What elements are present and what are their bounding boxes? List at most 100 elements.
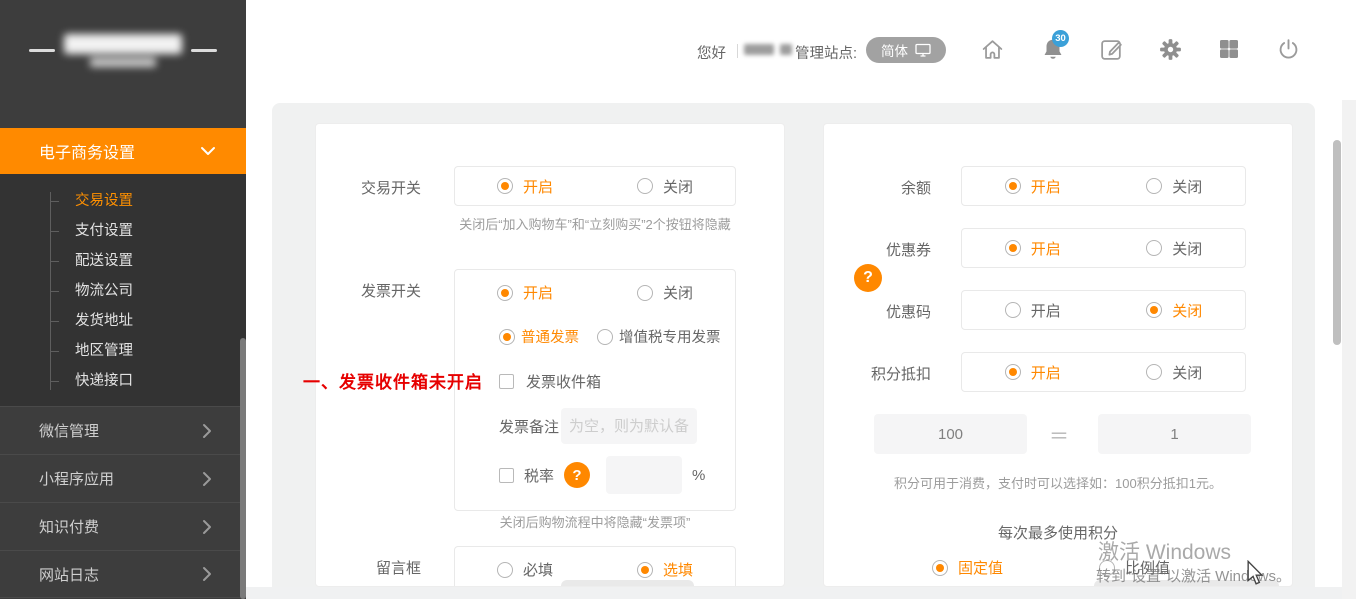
invoice-inbox-checkbox[interactable] — [499, 374, 514, 389]
invoice-on-option[interactable]: 开启 — [497, 282, 553, 303]
trade-on-option[interactable]: 开启 — [497, 176, 553, 197]
coupon-row: 优惠券 开启 关闭 — [824, 228, 1292, 268]
sidebar-group-ecommerce-settings[interactable]: 电子商务设置 — [0, 128, 246, 174]
invoice-normal-option[interactable]: 普通发票 — [499, 326, 579, 347]
trade-switch-label: 交易开关 — [316, 166, 421, 198]
home-icon — [980, 37, 1005, 62]
tax-rate-input[interactable] — [606, 456, 682, 494]
radio-normal-invoice[interactable] — [499, 329, 515, 345]
points-off-option[interactable]: 关闭 — [1146, 362, 1202, 383]
sidebar-item-delivery-settings[interactable]: 配送设置 — [0, 246, 246, 276]
radio-off[interactable] — [1146, 240, 1162, 256]
radio-fixed[interactable] — [932, 560, 948, 576]
points-deduction-label: 积分抵扣 — [824, 352, 931, 384]
coupon-on-option[interactable]: 开启 — [1005, 238, 1061, 259]
site-label: 管理站点: — [795, 42, 857, 63]
radio-on[interactable] — [1005, 302, 1021, 318]
apps-button[interactable] — [1217, 37, 1241, 66]
edit-button[interactable] — [1099, 37, 1124, 67]
balance-options: 开启 关闭 — [961, 166, 1246, 206]
points-options: 开启 关闭 — [961, 352, 1246, 392]
sidebar-group-site-log[interactable]: 网站日志 — [0, 550, 246, 598]
sidebar-item-region-management[interactable]: 地区管理 — [0, 336, 246, 366]
trade-switch-options: 开启 关闭 — [454, 166, 736, 206]
balance-off-option[interactable]: 关闭 — [1146, 176, 1202, 197]
radio-on[interactable] — [497, 178, 513, 194]
radio-on[interactable] — [497, 285, 513, 301]
sidebar-group-wechat[interactable]: 微信管理 — [0, 406, 246, 454]
logo — [0, 34, 246, 67]
points-deduction-row: 积分抵扣 开启 关闭 — [824, 352, 1292, 392]
sidebar-item-express-api[interactable]: 快递接口 — [0, 366, 246, 396]
trade-off-option[interactable]: 关闭 — [637, 176, 693, 197]
chevron-down-icon — [200, 146, 216, 156]
radio-vat-invoice[interactable] — [597, 329, 613, 345]
yuan-amount-input[interactable] — [1098, 414, 1251, 454]
language-button[interactable]: 简体 — [866, 37, 946, 63]
radio-on[interactable] — [1005, 178, 1021, 194]
help-icon[interactable]: ? — [854, 264, 882, 292]
annotation-text: 一、发票收件箱未开启 — [303, 368, 483, 393]
trade-settings-card: 交易开关 开启 关闭 关闭后“加入购物车”和“立刻购买”2个按钮将隐藏 发票开关… — [315, 123, 785, 587]
tax-help-icon[interactable]: ? — [564, 462, 590, 488]
tax-rate-label: 税率 — [524, 465, 554, 486]
balance-on-option[interactable]: 开启 — [1005, 176, 1061, 197]
promo-on-option[interactable]: 开启 — [1005, 300, 1061, 321]
invoice-vat-option[interactable]: 增值税专用发票 — [597, 326, 721, 347]
vertical-scrollbar-thumb[interactable] — [1333, 140, 1341, 345]
logout-button[interactable] — [1276, 37, 1301, 67]
sidebar-item-logistics-company[interactable]: 物流公司 — [0, 276, 246, 306]
radio-ratio[interactable] — [1099, 560, 1115, 576]
sidebar-scrollbar-thumb[interactable] — [240, 338, 246, 599]
radio-off[interactable] — [1146, 302, 1162, 318]
cutoff-input — [561, 580, 694, 586]
radio-on[interactable] — [1005, 240, 1021, 256]
trade-switch-note: 关闭后“加入购物车”和“立刻购买”2个按钮将隐藏 — [454, 215, 736, 235]
radio-optional[interactable] — [637, 562, 653, 578]
mouse-cursor-icon — [1245, 560, 1265, 591]
balance-row: 余额 开启 关闭 — [824, 166, 1292, 206]
message-optional-option[interactable]: 选填 — [637, 559, 693, 580]
home-button[interactable] — [980, 37, 1005, 67]
coupon-off-option[interactable]: 关闭 — [1146, 238, 1202, 259]
promo-off-option[interactable]: 关闭 — [1146, 300, 1202, 321]
fixed-value-option[interactable]: 固定值 — [932, 557, 1003, 578]
username-blurred — [744, 44, 792, 55]
greeting-text: 您好 — [697, 42, 726, 63]
radio-required[interactable] — [497, 562, 513, 578]
invoice-remark-input[interactable] — [561, 408, 697, 444]
sidebar-item-payment-settings[interactable]: 支付设置 — [0, 216, 246, 246]
sidebar-group-miniprogram[interactable]: 小程序应用 — [0, 454, 246, 502]
invoice-options-box: 开启 关闭 普通发票 增值税专用发票 发票收件箱 发票备注 税率 — [454, 269, 736, 511]
invoice-inbox-label: 发票收件箱 — [526, 371, 601, 392]
sidebar-submenu: 交易设置 支付设置 配送设置 物流公司 发货地址 地区管理 快递接口 — [0, 174, 246, 406]
vertical-scrollbar-track[interactable] — [1342, 100, 1356, 599]
radio-off[interactable] — [637, 285, 653, 301]
points-ratio-row: ＝ — [824, 414, 1292, 452]
equals-sign: ＝ — [1042, 420, 1076, 449]
promo-code-options: 开启 关闭 — [961, 290, 1246, 330]
logo-dash-right — [191, 49, 217, 52]
points-amount-input[interactable] — [874, 414, 1027, 454]
points-max-type-row: 固定值 比例值 — [932, 557, 1170, 578]
invoice-off-option[interactable]: 关闭 — [637, 282, 693, 303]
message-required-option[interactable]: 必填 — [497, 559, 553, 580]
radio-off[interactable] — [637, 178, 653, 194]
notification-badge: 30 — [1052, 30, 1069, 47]
sidebar-group-knowledge-pay[interactable]: 知识付费 — [0, 502, 246, 550]
coupon-label: 优惠券 — [824, 228, 931, 260]
points-on-option[interactable]: 开启 — [1005, 362, 1061, 383]
tax-unit-label: % — [692, 467, 705, 484]
power-icon — [1276, 37, 1301, 62]
radio-off[interactable] — [1146, 178, 1162, 194]
ratio-value-option[interactable]: 比例值 — [1099, 557, 1170, 578]
promo-code-label: 优惠码 — [824, 290, 931, 322]
sidebar-item-shipping-address[interactable]: 发货地址 — [0, 306, 246, 336]
settings-button[interactable] — [1158, 37, 1183, 67]
sidebar-item-trade-settings[interactable]: 交易设置 — [0, 186, 246, 216]
horizontal-scrollbar-track[interactable] — [246, 587, 1356, 599]
radio-on[interactable] — [1005, 364, 1021, 380]
radio-off[interactable] — [1146, 364, 1162, 380]
invoice-onoff-row: 开启 关闭 — [455, 282, 735, 303]
tax-rate-checkbox[interactable] — [499, 468, 514, 483]
